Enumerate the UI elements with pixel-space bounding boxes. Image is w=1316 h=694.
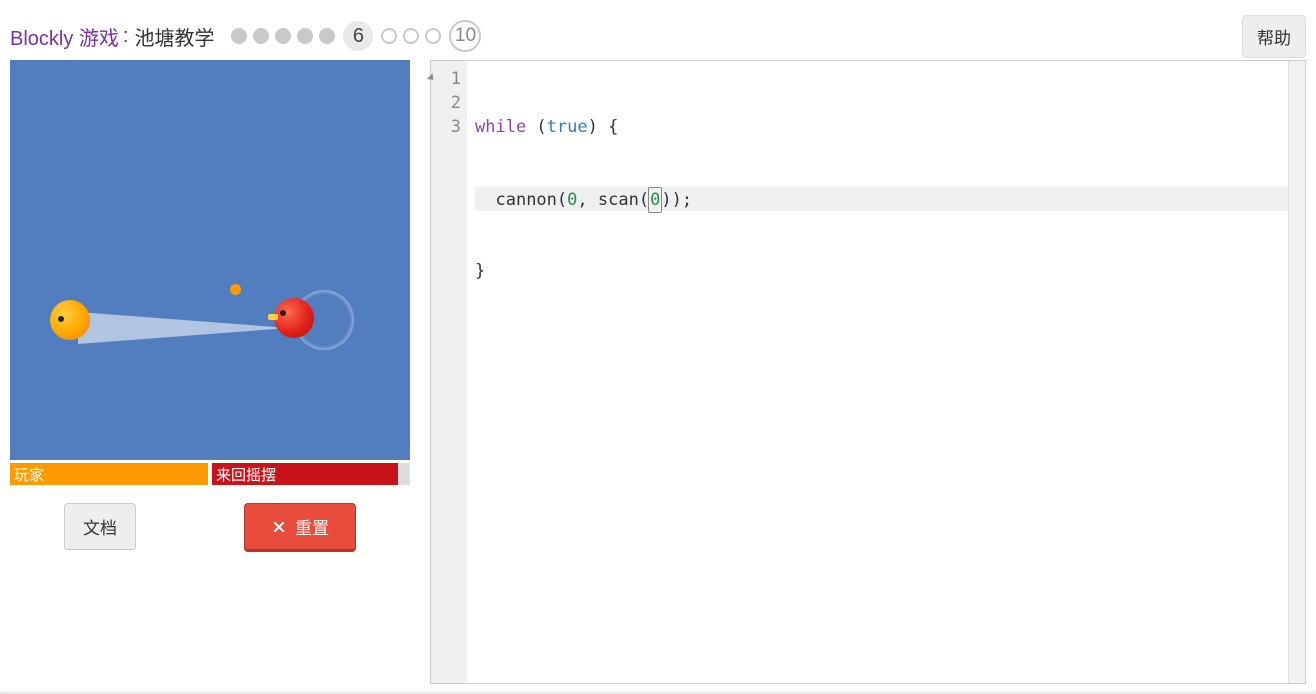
- reset-button-label: 重置: [295, 514, 329, 539]
- pond-canvas: [10, 60, 410, 460]
- editor-gutter: 1 2 3: [431, 61, 467, 683]
- title-separator: :: [123, 25, 129, 48]
- player-duck: [50, 300, 90, 340]
- level-last[interactable]: 10: [449, 20, 481, 52]
- editor-scrollbar[interactable]: [1288, 61, 1305, 683]
- docs-button[interactable]: 文档: [64, 503, 136, 550]
- level-current[interactable]: 6: [343, 21, 373, 51]
- level-dot-8[interactable]: [403, 28, 419, 44]
- level-dot-2[interactable]: [253, 28, 269, 44]
- level-dot-4[interactable]: [297, 28, 313, 44]
- level-dot-9[interactable]: [425, 28, 441, 44]
- level-dot-5[interactable]: [319, 28, 335, 44]
- code-line-2[interactable]: cannon(0, scan(0));: [475, 187, 1305, 211]
- level-indicator: 6 10: [228, 20, 486, 52]
- player-health-bar: 玩家: [10, 463, 208, 485]
- page-subtitle: 池塘教学: [134, 22, 214, 51]
- cannon-bullet: [230, 284, 241, 295]
- code-area[interactable]: while (true) { cannon(0, scan(0)); }: [467, 61, 1305, 683]
- reset-button[interactable]: 重置: [244, 503, 356, 550]
- level-dot-1[interactable]: [231, 28, 247, 44]
- app-root: Blockly 游戏 : 池塘教学 6 10 帮助 玩家: [0, 0, 1316, 694]
- enemy-health-bar: 来回摇摆: [212, 463, 410, 485]
- player-health-label: 玩家: [14, 464, 44, 485]
- header: Blockly 游戏 : 池塘教学 6 10 帮助: [10, 18, 1306, 54]
- gutter-line-2: 2: [431, 91, 461, 115]
- scan-cone: [78, 312, 288, 344]
- enemy-duck: [274, 298, 314, 338]
- code-editor[interactable]: 1 2 3 while (true) { cannon(0, scan(0));…: [430, 60, 1306, 684]
- gutter-line-3: 3: [431, 115, 461, 139]
- control-buttons: 文档 重置: [10, 503, 410, 550]
- left-panel: 玩家 来回摇摆 文档 重置: [10, 60, 410, 550]
- enemy-health-label: 来回摇摆: [216, 464, 276, 485]
- level-dot-7[interactable]: [381, 28, 397, 44]
- code-line-1[interactable]: while (true) {: [475, 115, 1305, 139]
- health-bars: 玩家 来回摇摆: [10, 463, 410, 485]
- code-line-3[interactable]: }: [475, 259, 1305, 283]
- level-dot-3[interactable]: [275, 28, 291, 44]
- blockly-games-link[interactable]: Blockly 游戏: [10, 22, 119, 51]
- bottom-shadow: [0, 688, 1316, 694]
- close-icon: [271, 519, 287, 535]
- help-button[interactable]: 帮助: [1242, 15, 1306, 58]
- gutter-line-1: 1: [431, 67, 461, 91]
- fold-marker-icon[interactable]: [427, 73, 436, 82]
